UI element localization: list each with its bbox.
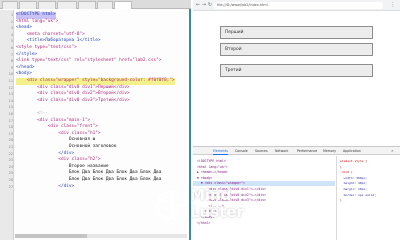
watermark-line-1: Mind	[190, 186, 232, 204]
line-number: 5	[10, 39, 13, 44]
css-rule-line[interactable]: border: 1px solid;	[340, 193, 377, 198]
css-rule-line[interactable]: element.style {	[340, 159, 367, 164]
line-number: 9	[10, 65, 13, 70]
line-number: 1	[10, 13, 13, 17]
code-line: <title>Лабораторна 1</title>	[16, 38, 101, 44]
watermark-text: Mind Luster	[190, 187, 270, 221]
line-number: 4	[10, 32, 13, 37]
kebab-menu-icon[interactable]: ⋮	[390, 2, 396, 9]
code-line: </div>	[16, 183, 75, 189]
code-line: Основной заголовок	[16, 144, 117, 149]
devtools-tab-console[interactable]: Console	[235, 147, 248, 155]
dom-tree-node[interactable]: <html lang="uk">	[197, 165, 228, 170]
line-number: 11	[8, 79, 13, 83]
css-rule-line[interactable]: }	[340, 198, 342, 203]
css-rule-line[interactable]: margin: 10px;	[340, 187, 367, 192]
scrollbar-thumb[interactable]	[15, 234, 87, 238]
browser-toolbar: ← → ↻ file:///D:/www/lab2/index.html ⋮	[193, 0, 400, 11]
dom-tree-node[interactable]: <!DOCTYPE html>	[197, 159, 226, 164]
line-number: 12	[8, 85, 13, 90]
line-number: 26	[8, 178, 13, 182]
dom-tree-node[interactable]: ▶ <head>…</head>	[197, 170, 228, 175]
line-number: 17	[8, 118, 13, 123]
code-line: Основная ш	[16, 137, 96, 143]
devtools-tab-memory[interactable]: Memory	[323, 147, 336, 155]
line-number: 14	[8, 98, 13, 103]
editor-horizontal-scrollbar[interactable]	[15, 234, 187, 238]
brain-logo-icon	[156, 190, 188, 221]
line-number: 8	[10, 59, 13, 64]
devtools-tab-network[interactable]: Network	[275, 147, 288, 155]
editor-tab[interactable]	[97, 1, 113, 9]
code-line: Блок Два Блок Два Блок Два Блок Два	[16, 177, 162, 182]
page-box-first: Перший	[220, 26, 373, 39]
code-line: <div class="h2">	[16, 157, 101, 163]
css-rule-line[interactable]: .div0 {	[340, 170, 353, 175]
page-box-third: Третий	[220, 64, 373, 77]
line-number-gutter: 1 2 3 4 5 6 7 8 9 10 11 12 13 14 15 16 17 18 19 20 21 22 23 24 2…	[0, 10, 14, 240]
css-rule-line[interactable]: width: 300px;	[340, 176, 367, 181]
code-line: <div class="front">	[16, 124, 98, 130]
code-line: <head>	[16, 25, 32, 31]
css-rule-line[interactable]: height: 40px;	[340, 181, 367, 186]
line-number: 15	[8, 105, 13, 110]
address-bar[interactable]: file:///D:/www/lab2/index.html	[213, 2, 383, 9]
line-number: 2	[10, 19, 13, 24]
css-rule-line[interactable]: }	[340, 165, 342, 170]
line-number: 6	[10, 46, 13, 50]
close-icon[interactable]: ✕	[391, 147, 394, 155]
code-line: <style type="text/css">	[16, 45, 77, 50]
line-number: 19	[8, 131, 13, 136]
dom-tree-node[interactable]: ▼ <body>	[197, 176, 212, 181]
line-number: 16	[8, 112, 13, 116]
line-number: 22	[8, 151, 13, 156]
line-number: 13	[8, 92, 13, 97]
code-line: <link type="text/css" rel="stylesheet" h…	[16, 58, 162, 64]
editor-tab[interactable]	[78, 1, 96, 9]
editor-tab[interactable]	[38, 1, 56, 9]
page-box-second: Второй	[220, 43, 373, 56]
code-line: <div class="div0 div2">Второй</div>	[16, 91, 130, 97]
devtools-styles-pane[interactable]: element.style {} .div0 { width: 300px; he…	[336, 156, 400, 240]
code-line: <!DOCTYPE html>	[16, 12, 56, 19]
line-number: 10	[8, 72, 13, 77]
watermark-line-2: Luster	[190, 203, 244, 221]
editor-tab[interactable]	[19, 1, 37, 9]
code-line: <!--	[16, 111, 48, 116]
code-line: <div class="wrapper" style="background-c…	[16, 78, 175, 85]
line-number: 25	[8, 171, 13, 176]
line-number: 27	[8, 184, 13, 189]
devtools-tab-bar: Elements Console Sources Network Perform…	[193, 147, 400, 155]
mindluster-watermark: Mind Luster	[154, 186, 266, 226]
line-number: 3	[10, 26, 13, 31]
editor-tab-active[interactable]	[114, 1, 132, 9]
devtools-tab-sources[interactable]: Sources	[255, 147, 268, 155]
devtools-tab-application[interactable]: Application	[343, 147, 361, 155]
line-number: 24	[8, 164, 13, 169]
line-number: 21	[8, 145, 13, 149]
page-viewport: Перший Второй Третий	[193, 12, 400, 145]
line-number: 23	[8, 158, 13, 163]
code-line: <body>	[16, 71, 32, 77]
line-number: 7	[10, 52, 13, 57]
code-line: <div class="div0 div3">Третий</div>	[16, 97, 130, 103]
code-line: Блок Два Блок Два Блок Два Блок Два	[16, 170, 162, 176]
editor-tab[interactable]	[2, 1, 18, 9]
line-number: 20	[8, 138, 13, 143]
devtools-tab-performance[interactable]: Performance	[297, 147, 317, 155]
editor-tab-bar	[0, 0, 191, 9]
line-number: 18	[8, 125, 13, 130]
editor-tab[interactable]	[57, 1, 77, 9]
devtools-tab-elements[interactable]: Elements	[213, 147, 228, 155]
